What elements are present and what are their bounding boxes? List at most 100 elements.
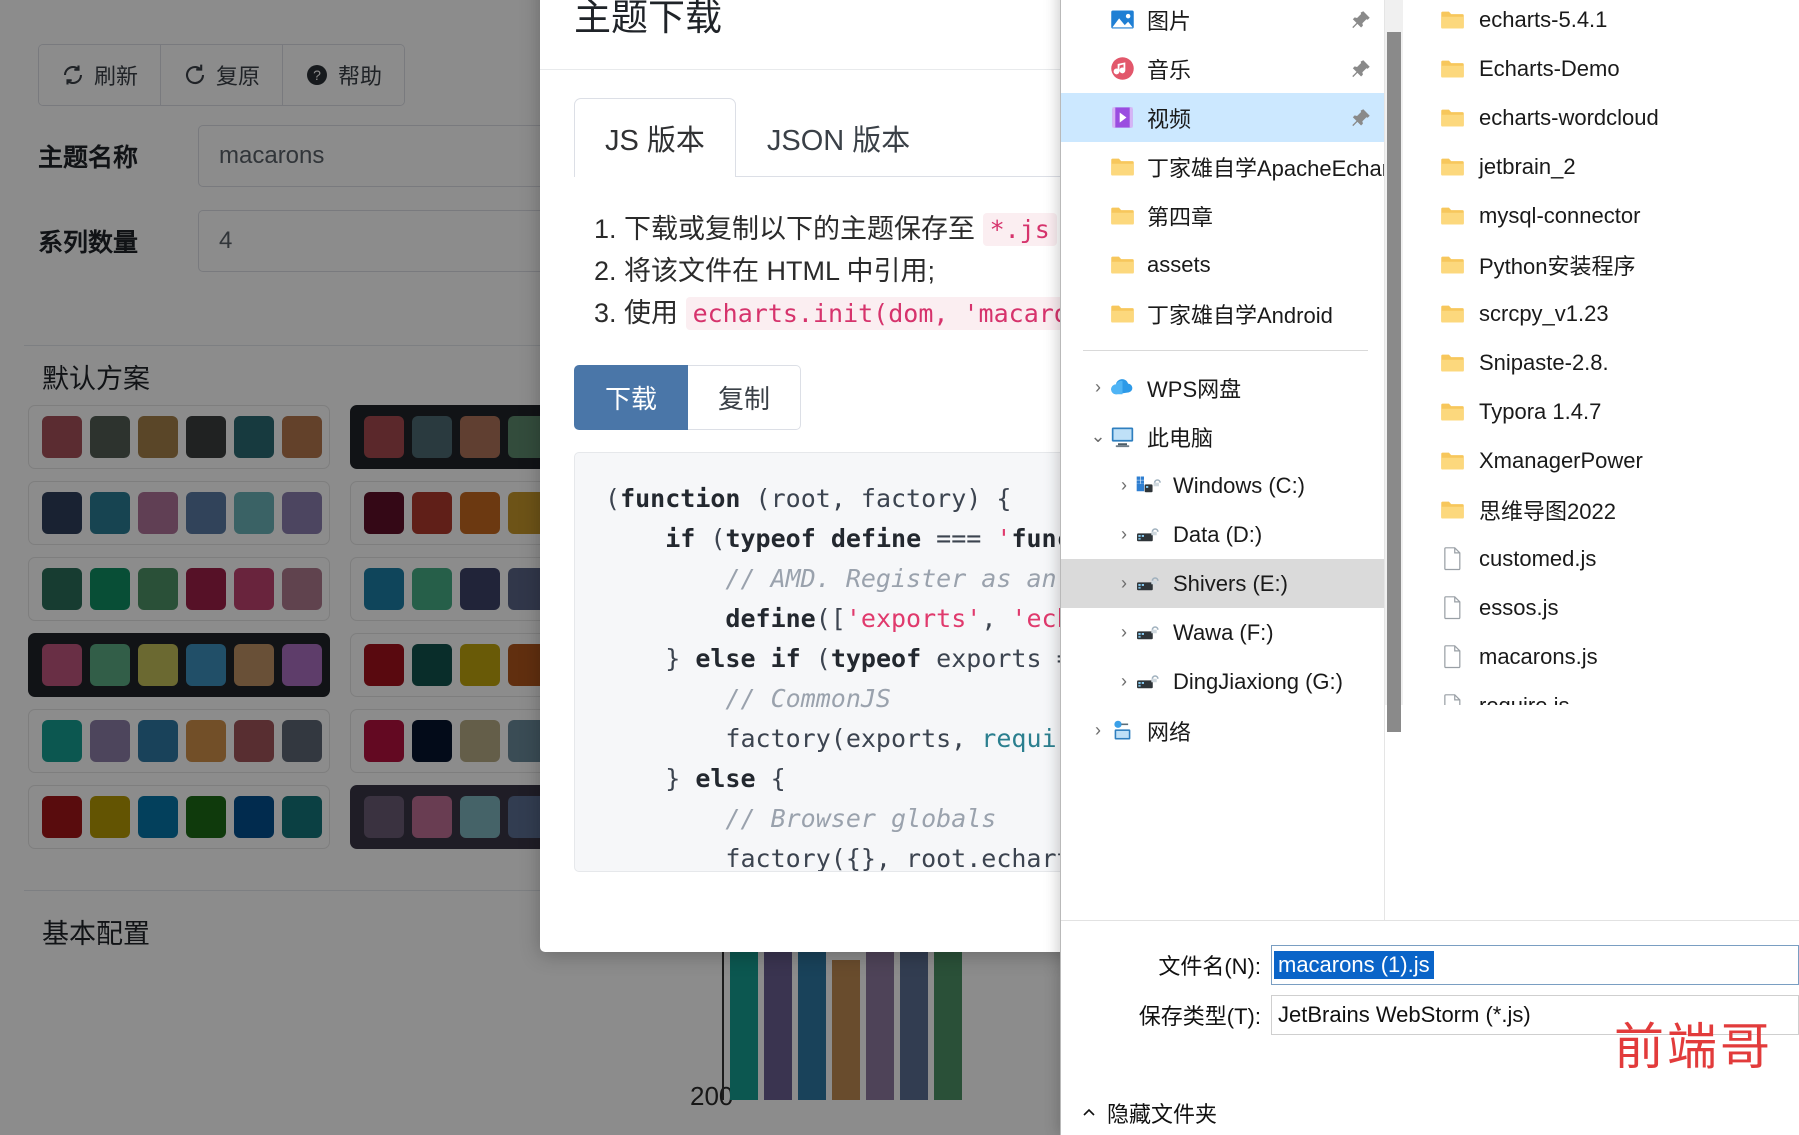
chevron-right-icon[interactable]: › [1087, 254, 1109, 275]
hide-folders-label: 隐藏文件夹 [1107, 1102, 1218, 1127]
tree-item[interactable]: › Shivers (E:) [1061, 559, 1384, 608]
file-list-item[interactable]: customed.js [1421, 534, 1799, 583]
file-name: mysql-connector [1479, 202, 1641, 228]
chevron-right-icon[interactable]: › [1113, 671, 1135, 692]
file-name: Typora 1.4.7 [1479, 398, 1602, 424]
watermark: 前端哥 [1614, 1019, 1773, 1075]
tree-item[interactable]: › 视频 [1061, 93, 1384, 142]
file-list-item[interactable]: XmanagerPower [1421, 436, 1799, 485]
drive-icon [1137, 626, 1159, 640]
folder-icon [1441, 60, 1464, 78]
drive-icon [1137, 577, 1159, 591]
file-icon [1444, 596, 1461, 620]
copy-button[interactable]: 复制 [688, 364, 802, 430]
tree-item-label: 图片 [1147, 8, 1192, 34]
file-list-item[interactable]: Python安装程序 [1421, 240, 1799, 289]
file-list-item[interactable]: jetbrain_2 [1421, 142, 1799, 191]
drive-icon [1137, 675, 1159, 689]
tree-item[interactable]: › WPS网盘 [1061, 363, 1384, 412]
step-text: 下载或复制以下的主题保存至 [624, 214, 983, 244]
tree-item[interactable]: › 第四章 [1061, 191, 1384, 240]
tree-item-label: assets [1147, 251, 1211, 277]
chevron-right-icon[interactable]: › [1087, 156, 1109, 177]
file-list-item[interactable]: essos.js [1421, 583, 1799, 632]
chevron-down-icon[interactable]: ⌄ [1087, 426, 1109, 447]
pictures-icon [1111, 10, 1134, 29]
tree-item[interactable]: › assets [1061, 240, 1384, 289]
file-list-item[interactable]: require.js [1421, 681, 1799, 705]
chevron-right-icon[interactable]: › [1087, 205, 1109, 226]
tree-item[interactable]: › 丁家雄自学Android [1061, 289, 1384, 338]
pin-icon[interactable] [1350, 9, 1372, 31]
tree-item[interactable]: › DingJiaxiong (G:) [1061, 657, 1384, 706]
chevron-right-icon[interactable]: › [1113, 475, 1135, 496]
folder-icon [1111, 305, 1134, 323]
tab-json-version[interactable]: JSON 版本 [736, 98, 941, 177]
tree-item[interactable]: ⌄ 此电脑 [1061, 412, 1384, 461]
step-text: 使用 [624, 297, 686, 328]
step-text: 将该文件在 HTML 中引用; [624, 255, 936, 286]
file-list-item[interactable]: Snipaste-2.8. [1421, 338, 1799, 387]
chevron-right-icon[interactable]: › [1113, 573, 1135, 594]
download-button[interactable]: 下载 [574, 364, 689, 430]
pin-icon[interactable] [1350, 58, 1372, 80]
pin-icon[interactable] [1350, 107, 1372, 129]
file-list-item[interactable]: macarons.js [1421, 632, 1799, 681]
file-list-item[interactable]: Echarts-Demo [1421, 44, 1799, 93]
network-icon [1114, 720, 1131, 740]
chevron-right-icon[interactable]: › [1087, 720, 1109, 741]
chevron-right-icon[interactable]: › [1087, 9, 1109, 30]
tab-js-version[interactable]: JS 版本 [574, 98, 736, 177]
file-name: Echarts-Demo [1479, 55, 1620, 81]
folder-icon [1441, 11, 1464, 29]
tree-item-label: 网络 [1147, 719, 1192, 745]
savetype-value: JetBrains WebStorm (*.js) [1278, 1002, 1531, 1027]
file-list-item[interactable]: echarts-wordcloud [1421, 93, 1799, 142]
inline-code: *.js [982, 213, 1057, 246]
pc-icon [1111, 427, 1134, 448]
scrollbar-thumb[interactable] [1387, 32, 1401, 732]
tab-js-label: JS 版本 [605, 125, 705, 157]
tree-item[interactable]: › Windows (C:) [1061, 461, 1384, 510]
chevron-right-icon[interactable]: › [1087, 377, 1109, 398]
modal-title: 主题下载 [574, 0, 722, 38]
file-name: scrcpy_v1.23 [1479, 300, 1609, 326]
chevron-right-icon[interactable]: › [1087, 303, 1109, 324]
file-name: essos.js [1479, 594, 1559, 620]
filename-input[interactable]: macarons (1).js [1271, 945, 1799, 985]
tree-item-label: 丁家雄自学ApacheEcharts [1147, 155, 1385, 181]
tree-scrollbar[interactable] [1385, 0, 1403, 732]
folder-icon [1441, 501, 1464, 519]
chevron-right-icon[interactable]: › [1087, 107, 1109, 128]
videos-icon [1112, 107, 1133, 128]
folder-icon [1441, 403, 1464, 421]
chevron-right-icon[interactable]: › [1113, 524, 1135, 545]
tree-item[interactable]: › 图片 [1061, 0, 1384, 44]
tree-item[interactable]: › 丁家雄自学ApacheEcharts [1061, 142, 1384, 191]
tree-item[interactable]: › Data (D:) [1061, 510, 1384, 559]
chevron-up-icon [1083, 1108, 1095, 1116]
folder-icon [1111, 207, 1134, 225]
music-icon [1111, 57, 1134, 80]
tree-item-label: 丁家雄自学Android [1147, 302, 1333, 328]
file-list-item[interactable]: echarts-5.4.1 [1421, 0, 1799, 44]
tree-item-label: Data (D:) [1173, 521, 1263, 547]
file-name: echarts-wordcloud [1479, 104, 1659, 130]
file-list-item[interactable]: mysql-connector [1421, 191, 1799, 240]
folder-icon [1441, 207, 1464, 225]
tree-item[interactable]: › 网络 [1061, 706, 1384, 755]
save-file-dialog: ›文档›图片›音乐›视频›丁家雄自学ApacheEcharts›第四章›asse… [1060, 0, 1799, 1135]
file-list-item[interactable]: Typora 1.4.7 [1421, 387, 1799, 436]
file-list-item[interactable]: scrcpy_v1.23 [1421, 289, 1799, 338]
hide-folders-toggle[interactable]: 隐藏文件夹 [1081, 1097, 1217, 1129]
tree-item-label: 音乐 [1147, 57, 1192, 83]
folder-icon [1441, 305, 1464, 323]
tree-item[interactable]: › Wawa (F:) [1061, 608, 1384, 657]
folder-icon [1441, 158, 1464, 176]
tree-item[interactable]: › 音乐 [1061, 44, 1384, 93]
filename-row: 文件名(N): macarons (1).js [1099, 945, 1799, 985]
chevron-right-icon[interactable]: › [1087, 58, 1109, 79]
tree-item-label: 第四章 [1147, 204, 1214, 230]
chevron-right-icon[interactable]: › [1113, 622, 1135, 643]
file-list-item[interactable]: 思维导图2022 [1421, 485, 1799, 534]
